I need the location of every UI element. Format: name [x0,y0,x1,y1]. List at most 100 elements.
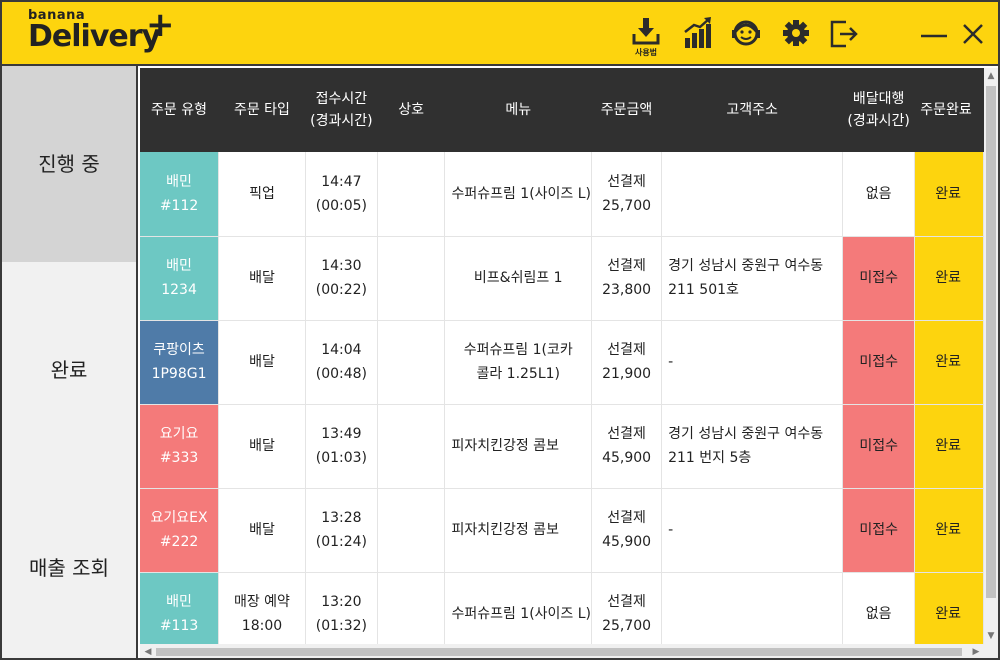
header-order-type[interactable]: 주문 타입 [218,68,306,152]
table-row[interactable]: 요기요EX #222 배달 13:28 (01:24) 피자치킨강정 콤보 선결제 4… [140,488,984,573]
menu-cell: 수퍼슈프림 1(코카콜라 1.25L1) [444,320,593,405]
menu-cell: 비프&쉬림프 1 [444,236,593,321]
received-time-cell: 14:30 (00:22) [305,236,378,321]
header-order-complete[interactable]: 주문완료 [914,68,984,152]
amount-cell: 선결제 25,700 [591,572,663,644]
table-row[interactable]: 쿠팡이츠 1P98G1 배달 14:04 (00:48) 수퍼슈프림 1(코카콜라 … [140,320,984,405]
shop-name-cell [377,404,446,489]
scroll-up-arrow-icon[interactable]: ▲ [984,68,998,84]
complete-button[interactable]: 완료 [914,488,984,573]
settings-button[interactable] [780,16,812,52]
statistics-button[interactable] [682,16,714,52]
menu-cell: 피자치킨강정 콤보 [444,404,593,489]
received-time-cell: 13:28 (01:24) [305,488,378,573]
order-type-cell: 배달 [218,488,306,573]
close-icon [958,16,990,50]
scroll-left-arrow-icon[interactable]: ◀ [140,644,156,658]
amount-cell: 선결제 21,900 [591,320,663,405]
delivery-agency-cell[interactable]: 미접수 [842,404,916,489]
order-type-cell: 배달 [218,236,306,321]
complete-button[interactable]: 완료 [914,152,984,237]
received-time-cell: 14:47 (00:05) [305,152,378,237]
delivery-agency-cell[interactable]: 미접수 [842,320,916,405]
header-delivery-agency[interactable]: 배달대행 (경과시간) [842,68,916,152]
complete-button[interactable]: 완료 [914,572,984,644]
minimize-icon [918,16,950,50]
table-row[interactable]: 배민 #113 매장 예약 18:00 13:20 (01:32) 수퍼슈프림 1(사… [140,572,984,644]
complete-button[interactable]: 완료 [914,236,984,321]
order-channel-cell: 요기요 #333 [140,404,220,489]
menu-cell: 수퍼슈프림 1(사이즈 L) [444,152,593,237]
delivery-agency-cell: 없음 [842,152,916,237]
address-cell [661,572,844,644]
delivery-agency-cell: 없음 [842,572,916,644]
header-received-time[interactable]: 접수시간 (경과시간) [305,68,378,152]
close-button[interactable] [958,16,990,52]
address-cell: - [661,320,844,405]
delivery-agency-cell[interactable]: 미접수 [842,488,916,573]
sidebar-item-in-progress[interactable]: 진행 중 [2,66,136,262]
order-channel-cell: 배민 #112 [140,152,220,237]
menu-cell: 수퍼슈프림 1(사이즈 L) [444,572,593,644]
sidebar: 진행 중 완료 매출 조회 [2,66,138,658]
received-time-cell: 14:04 (00:48) [305,320,378,405]
header-shop-name[interactable]: 상호 [377,68,446,152]
sidebar-item-completed[interactable]: 완료 [2,262,136,478]
logout-icon [828,16,860,50]
header-order-channel[interactable]: 주문 유형 [140,68,220,152]
amount-cell: 선결제 23,800 [591,236,663,321]
vertical-scrollbar[interactable]: ▲ ▼ [984,68,998,644]
address-cell: - [661,488,844,573]
logout-button[interactable] [828,16,860,52]
order-channel-cell: 배민 #113 [140,572,220,644]
orders-grid: 주문 유형 주문 타입 접수시간 (경과시간) 상호 메뉴 주문금액 고객주소 배… [140,68,984,644]
table-row[interactable]: 요기요 #333 배달 13:49 (01:03) 피자치킨강정 콤보 선결제 45,… [140,404,984,489]
header-amount[interactable]: 주문금액 [591,68,663,152]
shop-name-cell [377,572,446,644]
app-window: banana Delivery + 사용법 진행 중 완료 매출 조회 주문 유… [0,0,1000,660]
shop-name-cell [377,152,446,237]
scroll-right-arrow-icon[interactable]: ▶ [968,644,984,658]
support-button[interactable] [730,16,762,52]
gear-icon [780,16,812,50]
received-time-cell: 13:20 (01:32) [305,572,378,644]
support-headset-icon [730,16,762,50]
address-cell [661,152,844,237]
sidebar-item-sales-inquiry[interactable]: 매출 조회 [2,478,136,658]
shop-name-cell [377,320,446,405]
minimize-button[interactable] [918,16,950,52]
order-type-cell: 배달 [218,320,306,405]
delivery-agency-cell[interactable]: 미접수 [842,236,916,321]
address-cell: 경기 성남시 중원구 여수동 211 번지 5층 [661,404,844,489]
table-header-row: 주문 유형 주문 타입 접수시간 (경과시간) 상호 메뉴 주문금액 고객주소 배… [140,68,984,152]
complete-button[interactable]: 완료 [914,404,984,489]
received-time-cell: 13:49 (01:03) [305,404,378,489]
order-type-cell: 배달 [218,404,306,489]
logo-big-text: Delivery [28,19,161,54]
order-channel-cell: 쿠팡이츠 1P98G1 [140,320,220,405]
complete-button[interactable]: 완료 [914,320,984,405]
vertical-scroll-thumb[interactable] [986,86,996,598]
address-cell: 경기 성남시 중원구 여수동 211 501호 [661,236,844,321]
shop-name-cell [377,488,446,573]
order-channel-cell: 배민 1234 [140,236,220,321]
logo-plus: + [146,5,175,45]
header-address[interactable]: 고객주소 [661,68,844,152]
amount-cell: 선결제 25,700 [591,152,663,237]
shop-name-cell [377,236,446,321]
statistics-icon [682,16,714,50]
horizontal-scrollbar[interactable]: ◀ ▶ [140,644,998,658]
order-type-cell: 매장 예약 18:00 [218,572,306,644]
help-label: 사용법 [634,48,658,57]
orders-table: 주문 유형 주문 타입 접수시간 (경과시간) 상호 메뉴 주문금액 고객주소 배… [140,68,984,644]
table-row[interactable]: 배민 #112 픽업 14:47 (00:05) 수퍼슈프림 1(사이즈 L) 선결… [140,152,984,237]
help-download-button[interactable]: 사용법 [630,16,662,57]
table-row[interactable]: 배민 1234 배달 14:30 (00:22) 비프&쉬림프 1 선결제 23,80… [140,236,984,321]
menu-cell: 피자치킨강정 콤보 [444,488,593,573]
scroll-down-arrow-icon[interactable]: ▼ [984,628,998,644]
amount-cell: 선결제 45,900 [591,488,663,573]
order-channel-cell: 요기요EX #222 [140,488,220,573]
header-menu[interactable]: 메뉴 [444,68,593,152]
horizontal-scroll-thumb[interactable] [156,648,962,656]
amount-cell: 선결제 45,900 [591,404,663,489]
